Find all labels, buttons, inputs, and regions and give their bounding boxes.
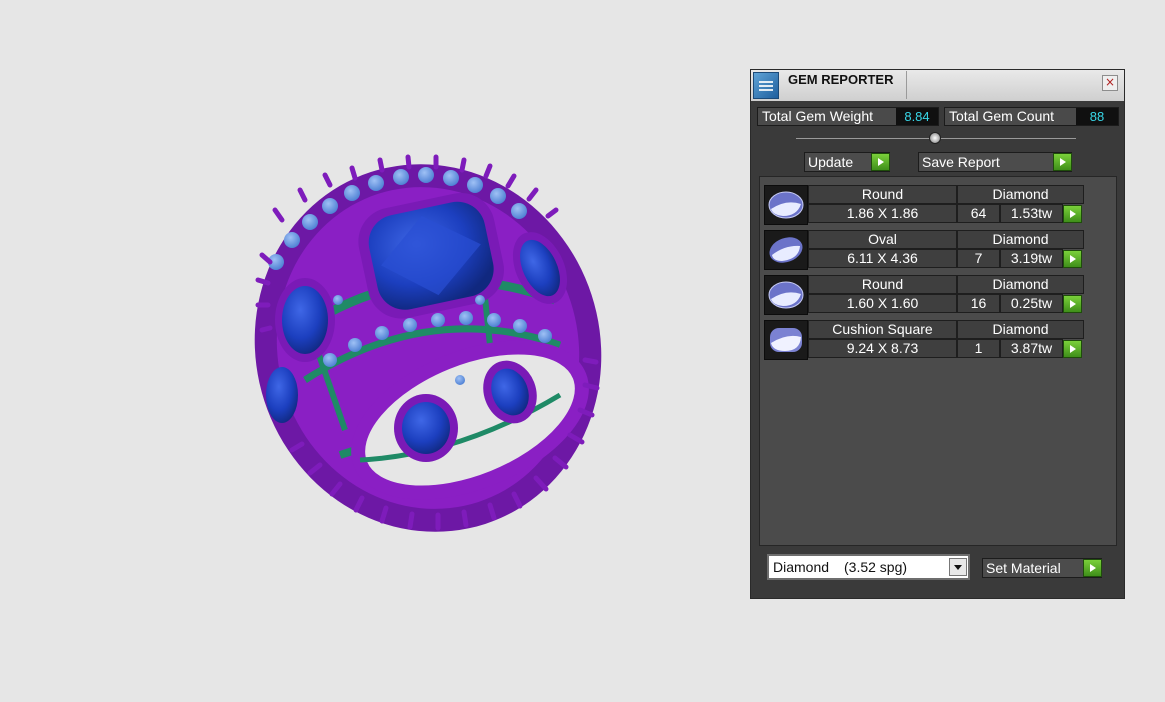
- panel-title: GEM REPORTER: [788, 71, 907, 99]
- gem-material: Diamond: [957, 320, 1084, 339]
- gem-shape: Round: [808, 275, 957, 294]
- material-select-name: Diamond: [773, 559, 830, 575]
- material-select[interactable]: Diamond (3.52 spg): [767, 554, 970, 580]
- play-arrow-icon[interactable]: [1063, 205, 1082, 223]
- gem-count: 64: [957, 204, 1000, 223]
- gem-size: 1.60 X 1.60: [808, 294, 957, 313]
- play-arrow-icon[interactable]: [1063, 340, 1082, 358]
- gem-list[interactable]: Round Diamond 1.86 X 1.86 64 1.53tw Oval…: [759, 176, 1117, 546]
- gem-size: 9.24 X 8.73: [808, 339, 957, 358]
- gem-weight: 3.87tw: [1000, 339, 1063, 358]
- material-select-spg: (3.52 spg): [844, 559, 908, 575]
- gem-weight: 3.19tw: [1000, 249, 1063, 268]
- play-arrow-icon[interactable]: [871, 153, 890, 171]
- gem-count: 7: [957, 249, 1000, 268]
- total-gem-weight-value: 8.84: [896, 108, 938, 125]
- panel-titlebar[interactable]: GEM REPORTER ×: [751, 70, 1124, 101]
- gem-material: Diamond: [957, 230, 1084, 249]
- save-report-label: Save Report: [922, 154, 1000, 170]
- splitter-handle[interactable]: [929, 132, 941, 144]
- gem-row[interactable]: Round Diamond 1.86 X 1.86 64 1.53tw: [764, 185, 1086, 225]
- gem-row[interactable]: Cushion Square Diamond 9.24 X 8.73 1 3.8…: [764, 320, 1086, 360]
- gem-size: 1.86 X 1.86: [808, 204, 957, 223]
- round-gem-icon: [764, 185, 808, 225]
- gem-count: 16: [957, 294, 1000, 313]
- oval-gem-icon: [764, 230, 808, 270]
- cushion-gem-icon: [764, 320, 808, 360]
- 3d-viewport[interactable]: [0, 0, 740, 702]
- play-arrow-icon[interactable]: [1063, 250, 1082, 268]
- gem-reporter-panel: GEM REPORTER × Total Gem Weight 8.84 Tot…: [750, 69, 1125, 599]
- total-gem-count-label: Total Gem Count: [949, 108, 1055, 124]
- gem-size: 6.11 X 4.36: [808, 249, 957, 268]
- round-gem-icon: [764, 275, 808, 315]
- ring-render: [254, 154, 602, 532]
- gem-material: Diamond: [957, 275, 1084, 294]
- set-material-button[interactable]: Set Material: [982, 558, 1102, 578]
- gem-reporter-icon: [753, 72, 779, 99]
- total-gem-count: Total Gem Count 88: [944, 107, 1119, 126]
- gem-shape: Oval: [808, 230, 957, 249]
- ring-body: [254, 164, 602, 532]
- close-icon[interactable]: ×: [1102, 75, 1118, 91]
- play-arrow-icon[interactable]: [1083, 559, 1102, 577]
- gem-shape: Round: [808, 185, 957, 204]
- total-gem-weight-label: Total Gem Weight: [762, 108, 874, 124]
- gem-row[interactable]: Round Diamond 1.60 X 1.60 16 0.25tw: [764, 275, 1086, 315]
- gem-row[interactable]: Oval Diamond 6.11 X 4.36 7 3.19tw: [764, 230, 1086, 270]
- update-button[interactable]: Update: [804, 152, 890, 172]
- gem-weight: 1.53tw: [1000, 204, 1063, 223]
- set-material-label: Set Material: [986, 560, 1061, 576]
- total-gem-count-value: 88: [1076, 108, 1118, 125]
- total-gem-weight: Total Gem Weight 8.84: [757, 107, 939, 126]
- update-button-label: Update: [808, 154, 854, 170]
- play-arrow-icon[interactable]: [1063, 295, 1082, 313]
- gem-weight: 0.25tw: [1000, 294, 1063, 313]
- chevron-down-icon[interactable]: [949, 558, 967, 576]
- gem-count: 1: [957, 339, 1000, 358]
- gem-shape: Cushion Square: [808, 320, 957, 339]
- save-report-button[interactable]: Save Report: [918, 152, 1072, 172]
- play-arrow-icon[interactable]: [1053, 153, 1072, 171]
- gem-material: Diamond: [957, 185, 1084, 204]
